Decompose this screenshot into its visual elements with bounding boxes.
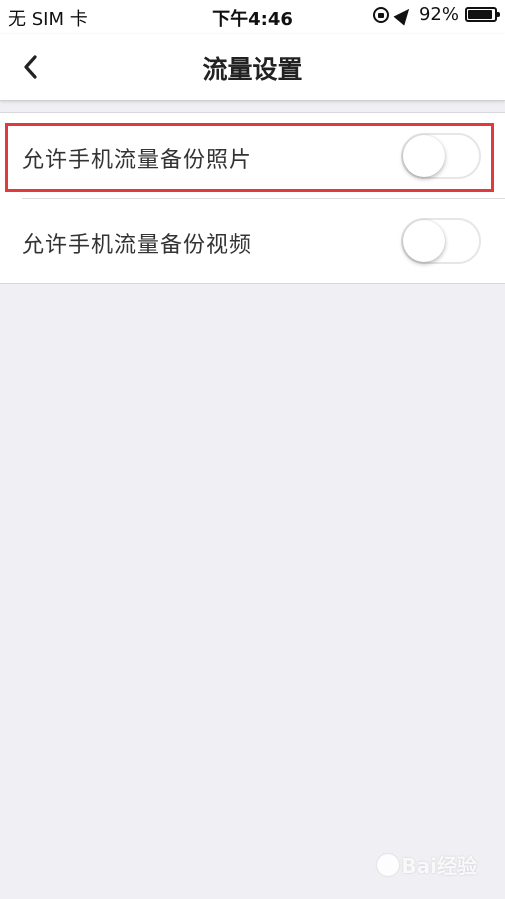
location-arrow-icon [393, 3, 415, 26]
battery-percent: 92% [418, 4, 459, 25]
watermark: Bai经验 [377, 850, 477, 879]
setting-row-video-backup: 允许手机流量备份视频 [0, 198, 505, 283]
watermark-text: Bai经验 [401, 854, 477, 878]
battery-icon [465, 7, 500, 22]
settings-list: 允许手机流量备份照片 允许手机流量备份视频 [0, 112, 505, 284]
setting-label-photo-backup: 允许手机流量备份照片 [22, 148, 253, 173]
status-right-group: 92% [372, 3, 500, 26]
toggle-knob [403, 135, 445, 177]
status-bar: 无 SIM 卡 下午4:46 92% [0, 0, 505, 34]
battery-fill [468, 10, 492, 19]
navigation-bar: 流量设置 [0, 34, 505, 101]
toggle-knob [403, 220, 445, 262]
baidu-paw-icon [377, 853, 400, 876]
page-title: 流量设置 [202, 55, 303, 84]
setting-row-photo-backup: 允许手机流量备份照片 [0, 113, 505, 198]
rotation-lock-icon [372, 6, 389, 23]
video-backup-toggle[interactable] [401, 218, 481, 264]
setting-label-video-backup: 允许手机流量备份视频 [22, 233, 253, 258]
photo-backup-toggle[interactable] [401, 133, 481, 179]
